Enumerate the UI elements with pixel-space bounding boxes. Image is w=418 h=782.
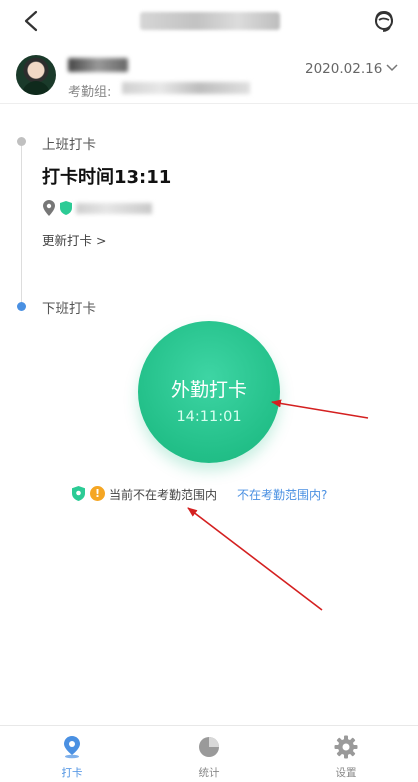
- avatar[interactable]: [16, 55, 56, 95]
- back-icon[interactable]: [22, 10, 42, 32]
- page-title-redacted: [140, 12, 280, 30]
- location-pin-icon: [43, 200, 55, 216]
- annotation-arrow: [187, 507, 323, 611]
- timeline-line: [21, 142, 22, 307]
- tab-punch[interactable]: 打卡: [27, 726, 117, 782]
- top-nav-bar: [0, 0, 418, 42]
- range-status-text: 当前不在考勤范围内: [109, 488, 218, 502]
- attendance-group-label: 考勤组:: [68, 85, 112, 100]
- gear-icon: [334, 735, 358, 759]
- shield-icon: [72, 486, 85, 501]
- field-punch-button[interactable]: 外勤打卡 14:11:01: [138, 321, 280, 463]
- update-punch-link[interactable]: 更新打卡 >: [42, 230, 106, 249]
- customer-service-icon[interactable]: [371, 8, 397, 34]
- punch-button-label: 外勤打卡: [170, 379, 247, 401]
- shield-icon: [60, 201, 72, 215]
- tab-statistics[interactable]: 统计: [164, 726, 254, 782]
- pie-chart-icon: [199, 737, 219, 757]
- timeline-dot-off-duty: [17, 302, 26, 311]
- warning-icon: !: [90, 486, 105, 501]
- punch-button-clock: 14:11:01: [176, 409, 242, 425]
- location-icon: [64, 736, 80, 759]
- on-duty-label: 上班打卡: [42, 137, 96, 153]
- tab-label: 设置: [335, 767, 357, 779]
- tab-label: 统计: [198, 767, 220, 779]
- tab-label: 打卡: [61, 767, 83, 779]
- tab-settings[interactable]: 设置: [301, 726, 391, 782]
- chevron-down-icon[interactable]: [386, 64, 398, 72]
- bottom-tab-bar: 打卡 统计 设置: [0, 725, 418, 782]
- range-help-link[interactable]: 不在考勤范围内?: [237, 486, 327, 503]
- timeline-dot-on-duty: [17, 137, 26, 146]
- attendance-group-redacted: [122, 82, 250, 94]
- off-duty-label: 下班打卡: [42, 301, 96, 317]
- location-address-redacted: [76, 203, 152, 214]
- annotation-arrow: [271, 399, 369, 419]
- user-info-bar: 考勤组: 2020.02.16: [0, 42, 418, 104]
- user-name-redacted: [68, 58, 128, 72]
- date-selector[interactable]: 2020.02.16: [305, 61, 382, 77]
- range-status: ! 当前不在考勤范围内 不在考勤范围内?: [72, 485, 372, 503]
- punch-time: 打卡时间13:11: [42, 167, 172, 188]
